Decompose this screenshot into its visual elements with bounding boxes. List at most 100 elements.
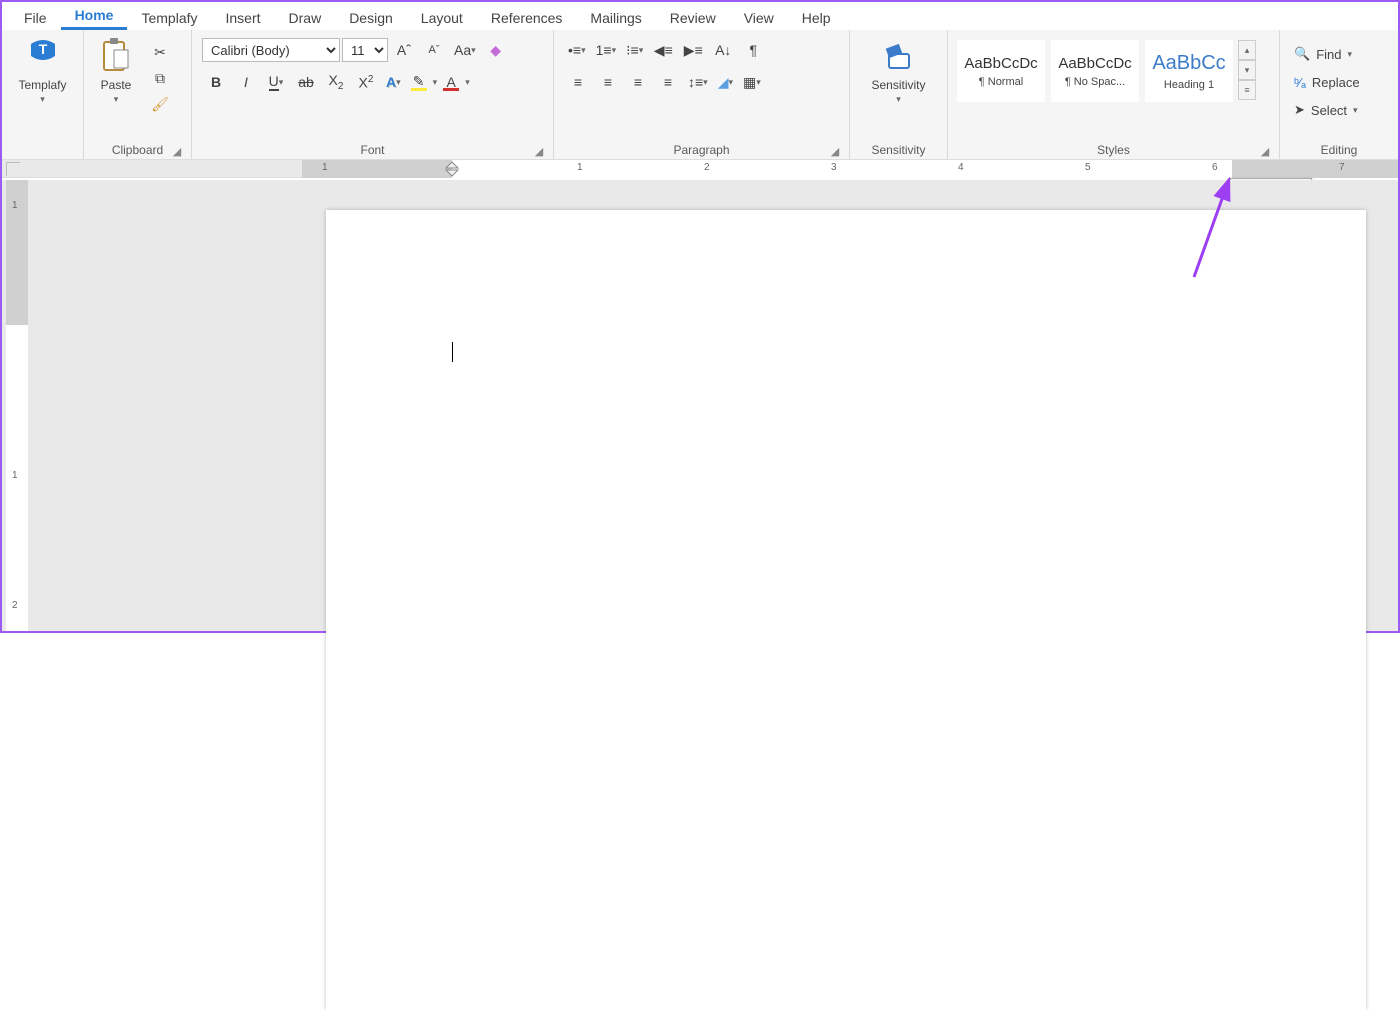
find-button[interactable]: 🔍Find▾	[1290, 42, 1364, 66]
copy-button[interactable]: ⧉	[146, 66, 174, 90]
chevron-down-icon: ▾	[40, 94, 45, 105]
chevron-down-icon: ▾	[114, 94, 119, 105]
select-button[interactable]: ➤Select▾	[1290, 98, 1364, 122]
align-right-button[interactable]: ≡	[624, 70, 652, 94]
paint-bucket-icon: ◢	[718, 74, 729, 91]
search-icon: 🔍	[1294, 46, 1310, 62]
sensitivity-button[interactable]: Sensitivity ▾	[865, 34, 931, 107]
underline-icon: U	[269, 73, 279, 91]
grow-font-icon: Aˆ	[397, 42, 411, 59]
grow-font-button[interactable]: Aˆ	[390, 38, 418, 62]
change-case-icon: Aa	[454, 42, 471, 58]
dialog-launcher-icon[interactable]: ◢	[171, 145, 183, 157]
copy-icon: ⧉	[155, 70, 165, 87]
scissors-icon: ✂	[154, 44, 166, 61]
menu-review[interactable]: Review	[656, 6, 730, 30]
change-case-button[interactable]: Aa▾	[450, 38, 480, 62]
shrink-font-button[interactable]: Aˇ	[420, 38, 448, 62]
menu-draw[interactable]: Draw	[275, 6, 336, 30]
shading-button[interactable]: ◢▾	[714, 70, 737, 94]
numbering-button[interactable]: 1≡▾	[592, 38, 621, 62]
strikethrough-button[interactable]: ab	[292, 70, 320, 94]
indent-marker-icon[interactable]	[444, 160, 460, 178]
borders-icon: ▦	[743, 74, 756, 91]
svg-text:T: T	[38, 41, 47, 57]
format-painter-button[interactable]: 🖌	[146, 92, 174, 116]
dialog-launcher-icon[interactable]: ◢	[829, 145, 841, 157]
gallery-more-button[interactable]: ≡	[1238, 80, 1256, 100]
menu-layout[interactable]: Layout	[407, 6, 477, 30]
italic-button[interactable]: I	[232, 70, 260, 94]
text-effects-button[interactable]: A▾	[382, 70, 405, 94]
style-no-spacing[interactable]: AaBbCcDc ¶ No Spac...	[1051, 40, 1139, 102]
document-page[interactable]	[326, 210, 1366, 1010]
tab-selector[interactable]	[6, 162, 20, 176]
font-name-combo[interactable]: Calibri (Body)	[202, 38, 340, 62]
highlight-button[interactable]: ✎	[407, 70, 431, 94]
gallery-down-button[interactable]: ▾	[1238, 60, 1256, 80]
templafy-label: Templafy	[18, 78, 66, 92]
menu-view[interactable]: View	[730, 6, 788, 30]
menu-mailings[interactable]: Mailings	[576, 6, 655, 30]
menu-help[interactable]: Help	[788, 6, 845, 30]
templafy-button[interactable]: T Templafy ▾	[12, 34, 72, 107]
replace-icon: ᵇ⁄ₐ	[1294, 75, 1306, 90]
clipboard-icon	[96, 36, 136, 76]
group-label-font: Font	[360, 143, 384, 157]
group-label-clipboard: Clipboard	[112, 143, 163, 157]
cut-button[interactable]: ✂	[146, 40, 174, 64]
align-left-icon: ≡	[574, 74, 582, 90]
sensitivity-icon	[879, 36, 919, 76]
bold-button[interactable]: B	[202, 70, 230, 94]
multilevel-icon: ⁝≡	[626, 42, 639, 59]
gallery-up-button[interactable]: ▴	[1238, 40, 1256, 60]
align-center-icon: ≡	[604, 74, 612, 90]
paintbrush-icon: 🖌	[151, 96, 169, 113]
subscript-button[interactable]: X2	[322, 70, 350, 94]
replace-button[interactable]: ᵇ⁄ₐReplace	[1290, 70, 1364, 94]
group-label-styles: Styles	[1097, 143, 1130, 157]
align-center-button[interactable]: ≡	[594, 70, 622, 94]
ribbon: T Templafy ▾ Paste ▾ ✂ ⧉ 🖌 Clipboard	[2, 30, 1398, 160]
decrease-indent-button[interactable]: ◀≡	[649, 38, 677, 62]
align-left-button[interactable]: ≡	[564, 70, 592, 94]
bold-icon: B	[211, 74, 221, 90]
borders-button[interactable]: ▦▾	[739, 70, 765, 94]
menu-home[interactable]: Home	[61, 3, 128, 30]
sensitivity-label: Sensitivity	[871, 78, 925, 92]
font-color-button[interactable]: A	[439, 70, 463, 94]
menu-references[interactable]: References	[477, 6, 577, 30]
menu-file[interactable]: File	[10, 6, 61, 30]
style-normal[interactable]: AaBbCcDc ¶ Normal	[957, 40, 1045, 102]
dialog-launcher-icon[interactable]: ◢	[1259, 145, 1271, 157]
sort-icon: A↓	[715, 42, 731, 58]
vertical-ruler[interactable]: 1 1 2	[6, 180, 28, 631]
multilevel-list-button[interactable]: ⁝≡▾	[622, 38, 647, 62]
paste-button[interactable]: Paste ▾	[90, 34, 142, 107]
sort-button[interactable]: A↓	[709, 38, 737, 62]
menu-templafy[interactable]: Templafy	[127, 6, 211, 30]
bullets-button[interactable]: •≡▾	[564, 38, 590, 62]
style-heading-1[interactable]: AaBbCc Heading 1	[1145, 40, 1233, 102]
increase-indent-button[interactable]: ▶≡	[679, 38, 707, 62]
font-size-combo[interactable]: 11	[342, 38, 388, 62]
superscript-icon: X2	[359, 74, 374, 91]
clear-formatting-button[interactable]: ◆	[482, 38, 510, 62]
dialog-launcher-icon[interactable]: ◢	[533, 145, 545, 157]
menu-design[interactable]: Design	[335, 6, 407, 30]
outdent-icon: ◀≡	[654, 42, 673, 59]
text-cursor	[452, 342, 453, 362]
pilcrow-icon: ¶	[750, 42, 758, 58]
group-label-sensitivity: Sensitivity	[871, 143, 925, 157]
superscript-button[interactable]: X2	[352, 70, 380, 94]
justify-button[interactable]: ≡	[654, 70, 682, 94]
line-spacing-button[interactable]: ↕≡▾	[684, 70, 712, 94]
underline-button[interactable]: U▾	[262, 70, 290, 94]
menu-insert[interactable]: Insert	[212, 6, 275, 30]
subscript-icon: X2	[329, 72, 344, 92]
menu-bar: File Home Templafy Insert Draw Design La…	[2, 2, 1398, 30]
show-marks-button[interactable]: ¶	[739, 38, 767, 62]
text-effects-icon: A	[386, 74, 396, 90]
horizontal-ruler[interactable]: 1 1 2 3 4 5 6 7 Right Margin	[2, 160, 1398, 178]
indent-icon: ▶≡	[684, 42, 703, 59]
